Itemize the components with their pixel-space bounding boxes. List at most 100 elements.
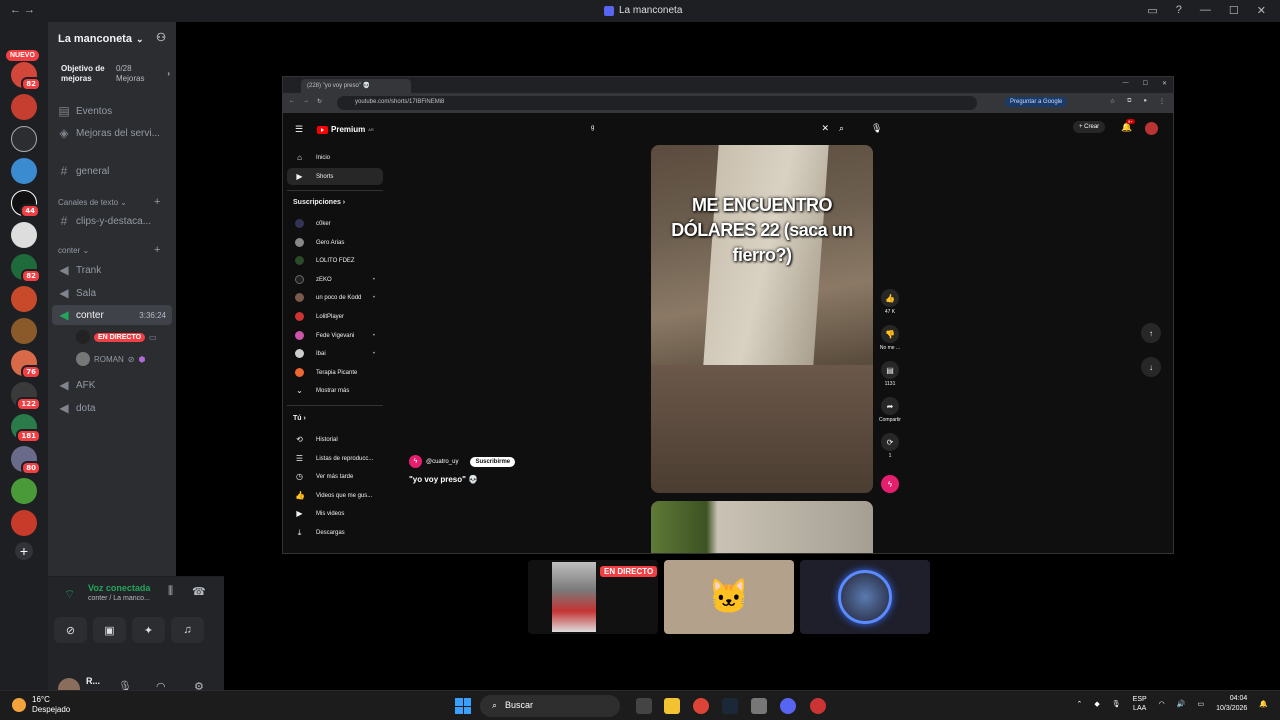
you-item[interactable]: ⟲ Historial [287, 431, 383, 448]
forward-icon[interactable]: → [303, 98, 309, 105]
remix-button[interactable]: ⟳ 1 [877, 433, 903, 459]
server-icon[interactable]: 44 [11, 190, 40, 218]
signal-icon[interactable]: ⌔ [64, 587, 75, 602]
sound-icon[interactable]: ϟ [881, 475, 899, 493]
tray-app-icon[interactable]: ◆ [1094, 700, 1099, 708]
server-icon[interactable] [11, 158, 37, 184]
boost-goal[interactable]: Objetivo de mejoras 0/28 Mejoras › [54, 60, 170, 90]
server-icon[interactable] [11, 94, 37, 120]
battery-icon[interactable]: ▭ [1198, 700, 1205, 708]
channel-sala[interactable]: ◀ Sala [58, 286, 96, 300]
channel-clips[interactable]: # clips-y-destaca... [58, 214, 151, 228]
you-item[interactable]: ▶ Mis videos [287, 505, 383, 522]
you-item[interactable]: ⤓ Descargas [287, 524, 383, 541]
soundboard-icon[interactable]: ⫼ [168, 585, 173, 598]
server-icon[interactable]: 82 [11, 254, 41, 283]
you-item[interactable]: ◷ Ver más tarde [287, 468, 383, 485]
sub-item[interactable]: Gero Arias [287, 234, 383, 251]
you-item[interactable]: ☰ Listas de reproducc... [287, 450, 383, 467]
browser-nav[interactable]: ← → ↻ [289, 98, 322, 105]
server-icon[interactable] [11, 222, 37, 248]
stream-tile-cat[interactable]: 🐱 [664, 560, 794, 634]
server-icon[interactable]: 80 [11, 446, 41, 475]
voice-location[interactable]: conter / La manco... [88, 595, 150, 602]
close-icon[interactable]: ✕ [1257, 4, 1266, 17]
sub-item[interactable]: un poco de Kodd • [287, 289, 383, 306]
app-icon[interactable] [810, 698, 826, 714]
channel-conter[interactable]: ◀ conter 3:36:24 [52, 305, 172, 325]
wifi-icon[interactable]: ◠ [1159, 700, 1165, 708]
settings-icon[interactable] [751, 698, 767, 714]
server-icon[interactable] [11, 510, 37, 536]
profile-icon[interactable]: ● [1143, 98, 1147, 105]
notifications-icon[interactable]: 🔔 [1259, 700, 1268, 708]
mic-icon[interactable]: 🎙 [871, 123, 882, 134]
like-button[interactable]: 👍 47 K [877, 289, 903, 315]
sub-item[interactable]: zEKO • [287, 271, 383, 288]
stream-tile-speaking[interactable] [800, 560, 930, 634]
browser-tab[interactable]: (228) "yo voy preso" 💀 [301, 79, 411, 93]
screen-share-button[interactable]: ▣ [93, 617, 126, 643]
sub-item[interactable]: LolitPlayer [287, 308, 383, 325]
task-view-icon[interactable] [636, 698, 652, 714]
server-icon[interactable] [11, 318, 37, 344]
server-icon[interactable]: 82 [11, 62, 41, 91]
back-forward-icons[interactable]: ← → [10, 4, 35, 16]
subscriptions-header[interactable]: Suscripciones › [293, 199, 345, 206]
clear-icon[interactable]: ✕ [821, 123, 829, 134]
previous-short-button[interactable]: ↑ [1141, 323, 1161, 343]
channel-afk[interactable]: ◀ AFK [58, 378, 95, 392]
browser-window-controls[interactable]: — ☐ ✕ [1123, 80, 1167, 87]
server-icon[interactable]: 76 [11, 350, 41, 379]
disconnect-icon[interactable]: ☎ [192, 585, 206, 598]
windows-start-icon[interactable] [455, 698, 471, 714]
channel-mejoras[interactable]: ◈ Mejoras del servi... [58, 126, 160, 140]
comments-button[interactable]: ▤ 1131 [877, 361, 903, 387]
steam-icon[interactable] [722, 698, 738, 714]
search-icon[interactable]: ⌕ [839, 123, 844, 134]
create-button[interactable]: + Crear [1073, 121, 1106, 133]
extensions-icon[interactable]: ⧉ [1127, 98, 1131, 105]
sub-item[interactable]: Fede Vigevani • [287, 327, 383, 344]
window-controls[interactable]: ▭ ? — ☐ ✕ [1147, 4, 1266, 17]
file-explorer-icon[interactable] [664, 698, 680, 714]
server-icon[interactable]: 122 [11, 382, 41, 411]
sub-item[interactable]: Terapia Picante [287, 364, 383, 381]
voice-user-roman[interactable]: ROMAN ⊘ ⬢ [76, 352, 145, 366]
mic-tray-icon[interactable]: 🎙 [1112, 700, 1121, 708]
short-video[interactable]: ME ENCUENTRO DÓLARES 22 (saca un fierro?… [651, 145, 873, 493]
channel-handle[interactable]: @cuatro_uy [426, 459, 458, 465]
category-text[interactable]: Canales de texto ⌄ + [58, 196, 160, 208]
star-icon[interactable]: ☆ [1110, 98, 1115, 105]
menu-icon[interactable]: ⋮ [1159, 98, 1165, 105]
server-icon[interactable] [11, 286, 37, 312]
address-bar[interactable]: youtube.com/shorts/17IBFiNEMi8 [337, 96, 977, 110]
channel-trank[interactable]: ◀ Trank [58, 263, 101, 277]
server-icon[interactable]: 181 [11, 414, 41, 443]
hamburger-icon[interactable]: ☰ [295, 124, 303, 135]
sub-item[interactable]: LOLITO FDEZ [287, 252, 383, 269]
server-icon[interactable] [11, 126, 37, 152]
next-short-preview[interactable] [651, 501, 873, 553]
inbox-icon[interactable]: ▭ [1147, 4, 1157, 17]
minimize-icon[interactable]: — [1200, 4, 1211, 17]
you-header[interactable]: Tú › [293, 415, 306, 422]
reload-icon[interactable]: ↻ [317, 98, 322, 105]
add-channel-icon[interactable]: + [154, 196, 160, 208]
subscribe-button[interactable]: Suscribirme [470, 456, 516, 467]
chrome-icon[interactable] [693, 698, 709, 714]
youtube-logo[interactable]: Premium AR [317, 125, 374, 134]
weather-widget[interactable]: 16°C Despejado [12, 695, 70, 715]
nav-inicio[interactable]: ⌂ Inicio [287, 149, 383, 166]
camera-off-button[interactable]: ⊘ [54, 617, 87, 643]
nav-shorts[interactable]: ▶ Shorts [287, 168, 383, 185]
back-icon[interactable]: ← [289, 98, 295, 105]
browser-tools[interactable]: ☆ ⧉ ● ⋮ [1110, 98, 1165, 105]
activities-button[interactable]: ✦ [132, 617, 165, 643]
taskbar-search[interactable]: ⌕ Buscar [480, 695, 620, 717]
channel-eventos[interactable]: ▤ Eventos [58, 104, 112, 118]
add-channel-icon[interactable]: + [154, 244, 160, 256]
server-icon[interactable] [11, 478, 37, 504]
help-icon[interactable]: ? [1176, 4, 1182, 17]
clock[interactable]: 04:04 10/3/2026 [1216, 694, 1247, 714]
